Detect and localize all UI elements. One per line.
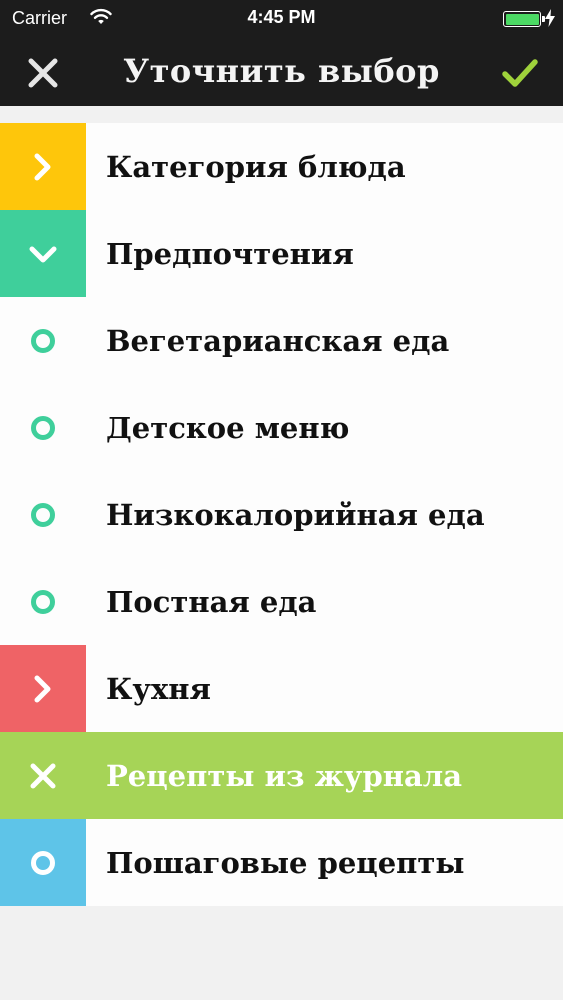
list-item[interactable]: Предпочтения (0, 210, 563, 297)
list-item-label: Постная еда (106, 584, 317, 619)
page-title: Уточнить выбор (123, 52, 440, 90)
battery-level (505, 13, 539, 25)
list-item-label: Предпочтения (106, 236, 354, 271)
list-item[interactable]: Кухня (0, 645, 563, 732)
radio-icon (0, 558, 86, 645)
list-item[interactable]: Вегетарианская еда (0, 297, 563, 384)
chevron-down-icon (0, 210, 86, 297)
status-time: 4:45 PM (247, 7, 316, 27)
list-item-label: Пошаговые рецепты (106, 845, 465, 880)
list-item-label: Низкокалорийная еда (106, 497, 485, 532)
radio-icon (0, 819, 86, 906)
radio-icon (0, 297, 86, 384)
charging-icon (545, 9, 555, 27)
nav-bar: Уточнить выбор (0, 38, 563, 106)
chevron-right-icon (0, 645, 86, 732)
radio-icon (0, 384, 86, 471)
list-item[interactable]: Категория блюда (0, 123, 563, 210)
list-item-label: Рецепты из журнала (106, 758, 462, 793)
list-item-label: Вегетарианская еда (106, 323, 450, 358)
list-item-label: Кухня (106, 671, 211, 706)
list-item[interactable]: Низкокалорийная еда (0, 471, 563, 558)
status-bar: Carrier 4:45 PM (0, 0, 563, 38)
radio-icon (0, 471, 86, 558)
list-item-label: Детское меню (106, 410, 350, 445)
checkmark-icon[interactable] (501, 56, 539, 90)
list-item-label: Категория блюда (106, 149, 406, 184)
filter-list: Категория блюда Предпочтения Вегетарианска… (0, 123, 563, 906)
list-item[interactable]: Постная еда (0, 558, 563, 645)
chevron-right-icon (0, 123, 86, 210)
list-item[interactable]: Рецепты из журнала (0, 732, 563, 819)
close-icon (0, 732, 86, 819)
list-item[interactable]: Детское меню (0, 384, 563, 471)
list-item[interactable]: Пошаговые рецепты (0, 819, 563, 906)
battery-icon (503, 11, 545, 27)
